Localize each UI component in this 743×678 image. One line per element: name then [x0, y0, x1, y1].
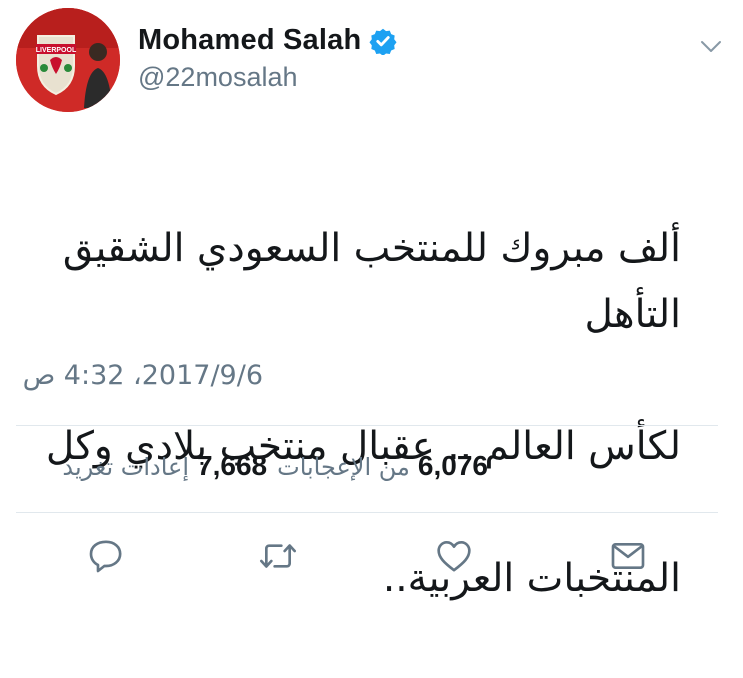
tweet-timestamp[interactable]: 2017/9/6، 4:32 ص	[23, 360, 263, 391]
tweet-actions	[0, 536, 743, 580]
retweet-button[interactable]	[258, 536, 298, 576]
reply-icon	[89, 540, 122, 573]
like-button[interactable]	[434, 536, 474, 576]
retweets-count: 7,668	[197, 450, 268, 481]
verified-badge-icon	[369, 28, 397, 55]
reply-button[interactable]	[86, 536, 126, 576]
likes-count: 6,076	[417, 450, 488, 481]
tweet-text-line: ألف مبروك للمنتخب السعودي الشقيق التأهل	[62, 226, 681, 337]
likes-label: من الإعجابات	[277, 453, 410, 481]
user-handle[interactable]: @22mosalah	[138, 62, 298, 93]
heart-icon	[437, 541, 471, 572]
retweets-label: إعادات تغريد	[62, 453, 190, 481]
retweets-stat[interactable]: 7,668 إعادات تغريد	[62, 450, 267, 482]
display-name-text[interactable]: Mohamed Salah	[138, 24, 361, 57]
chevron-down-icon[interactable]	[699, 34, 723, 58]
message-button[interactable]	[608, 536, 648, 576]
avatar-image: LIVERPOOL	[16, 8, 120, 112]
tweet-stats: 6,076 من الإعجابات 7,668 إعادات تغريد	[18, 450, 488, 482]
avatar[interactable]: LIVERPOOL	[16, 8, 120, 112]
display-name[interactable]: Mohamed Salah	[138, 24, 397, 57]
likes-stat[interactable]: 6,076 من الإعجابات	[277, 450, 488, 482]
tweet-card: LIVERPOOL Mohamed Salah @22mosalah ألف م…	[0, 0, 743, 601]
retweet-icon	[260, 544, 296, 568]
divider	[16, 512, 718, 513]
tweet-text: ألف مبروك للمنتخب السعودي الشقيق التأهل …	[41, 150, 681, 678]
divider	[16, 425, 718, 426]
avatar-badge-text: LIVERPOOL	[36, 47, 77, 54]
envelope-icon	[611, 543, 645, 569]
